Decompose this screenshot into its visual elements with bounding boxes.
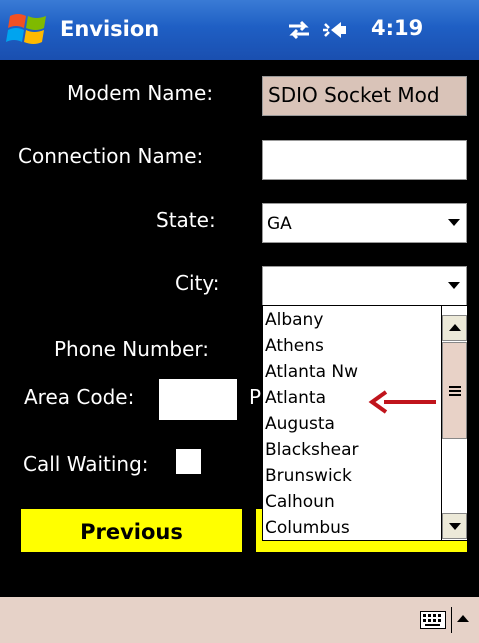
- state-select[interactable]: GA: [262, 203, 467, 243]
- title-bar: Envision 4:19: [0, 0, 479, 60]
- red-arrow-annotation-icon: [368, 390, 436, 414]
- city-dropdown-list[interactable]: Albany Athens Atlanta Nw Atlanta Augusta…: [262, 305, 468, 541]
- call-waiting-label: Call Waiting:: [23, 452, 149, 476]
- previous-button-label: Previous: [80, 520, 183, 544]
- menu-separator: [451, 607, 452, 633]
- arrow-up-icon: [449, 324, 461, 331]
- status-area: 4:19: [285, 14, 475, 46]
- phone-prefix-label: P: [249, 385, 262, 409]
- state-value: GA: [267, 214, 292, 234]
- modem-name-label: Modem Name:: [67, 81, 214, 105]
- scroll-down-button[interactable]: [442, 513, 467, 539]
- grip-icon: [449, 386, 461, 396]
- city-select[interactable]: [262, 266, 467, 306]
- state-label: State:: [156, 208, 216, 232]
- call-waiting-checkbox[interactable]: [176, 449, 201, 474]
- scroll-up-button[interactable]: [442, 315, 467, 341]
- city-option-albany[interactable]: Albany: [265, 307, 323, 333]
- volume-icon[interactable]: [321, 16, 355, 44]
- previous-button[interactable]: Previous: [21, 509, 242, 552]
- scroll-thumb[interactable]: [442, 342, 467, 439]
- city-option-calhoun[interactable]: Calhoun: [265, 489, 335, 515]
- modem-name-field: SDIO Socket Mod: [262, 76, 467, 116]
- input-panel-arrow-icon[interactable]: [457, 615, 469, 622]
- city-option-athens[interactable]: Athens: [265, 333, 324, 359]
- dropdown-scrollbar[interactable]: [441, 306, 467, 540]
- chevron-down-icon[interactable]: [448, 219, 460, 226]
- arrow-down-icon: [449, 523, 461, 530]
- city-option-columbus[interactable]: Columbus: [265, 515, 350, 540]
- keyboard-icon[interactable]: [420, 611, 446, 629]
- city-option-atlanta[interactable]: Atlanta: [265, 385, 326, 411]
- connection-name-input[interactable]: [262, 140, 467, 180]
- city-option-brunswick[interactable]: Brunswick: [265, 463, 352, 489]
- city-label: City:: [175, 271, 220, 295]
- connection-name-label: Connection Name:: [18, 144, 204, 168]
- area-code-input[interactable]: [159, 379, 237, 420]
- menu-bar: [0, 597, 479, 643]
- chevron-down-icon[interactable]: [448, 282, 460, 289]
- app-title: Envision: [60, 17, 160, 41]
- phone-number-label: Phone Number:: [54, 337, 210, 361]
- clock[interactable]: 4:19: [371, 16, 423, 40]
- city-option-blackshear[interactable]: Blackshear: [265, 437, 359, 463]
- windows-start-icon[interactable]: [6, 10, 50, 50]
- area-code-label: Area Code:: [24, 385, 135, 409]
- city-option-atlanta-nw[interactable]: Atlanta Nw: [265, 359, 358, 385]
- city-option-augusta[interactable]: Augusta: [265, 411, 335, 437]
- connectivity-icon[interactable]: [285, 16, 313, 44]
